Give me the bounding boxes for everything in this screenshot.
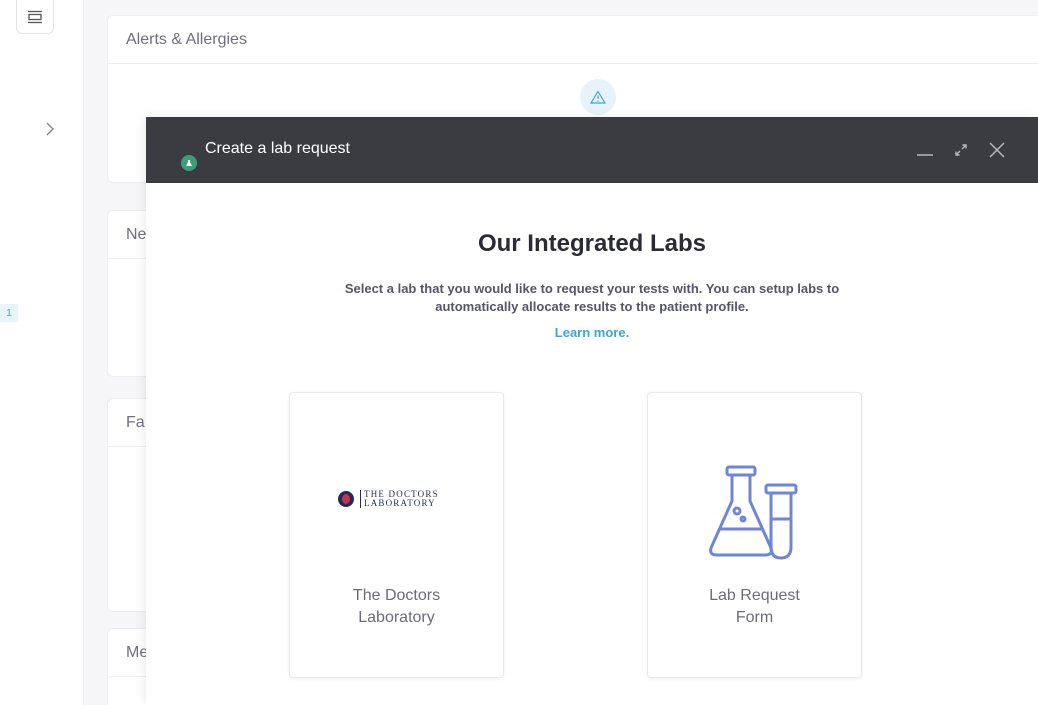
lab-card-doctors-laboratory[interactable]: THE DOCTORS LABORATORY The Doctors Labor… xyxy=(289,392,504,678)
close-icon xyxy=(989,142,1005,158)
minimize-button[interactable] xyxy=(912,137,938,163)
card-title: Alerts & Allergies xyxy=(108,16,1038,64)
lab-app-icon xyxy=(181,155,197,171)
list-layout-icon xyxy=(28,10,42,23)
lab-card-name: The Doctors Laboratory xyxy=(290,585,503,629)
doctors-laboratory-logo: THE DOCTORS LABORATORY xyxy=(338,490,439,508)
layout-toggle-button[interactable] xyxy=(16,0,54,34)
lab-card-name: Lab Request Form xyxy=(648,585,861,629)
left-rail: 1 xyxy=(0,0,84,705)
lab-flask-icon xyxy=(709,465,798,560)
logo-line-2: LABORATORY xyxy=(364,498,436,508)
lab-name-text: Lab Request Form xyxy=(709,587,800,626)
modal-heading: Our Integrated Labs xyxy=(477,230,707,257)
chevron-right-icon xyxy=(46,122,54,136)
create-lab-request-modal: Create a lab request Our Integrated Labs… xyxy=(146,117,1038,705)
count-badge: 1 xyxy=(0,304,18,322)
learn-more-link[interactable]: Learn more. xyxy=(146,325,1038,340)
close-button[interactable] xyxy=(984,137,1010,163)
logo-wordmark: THE DOCTORS LABORATORY xyxy=(360,490,439,508)
expand-chevron-button[interactable] xyxy=(40,116,60,142)
lab-card-lab-request-form[interactable]: Lab Request Form xyxy=(647,392,862,678)
lab-name-text: The Doctors Laboratory xyxy=(352,587,441,626)
warning-icon xyxy=(580,79,616,115)
modal-header: Create a lab request xyxy=(146,117,1038,183)
modal-description: Select a lab that you would like to requ… xyxy=(344,281,840,314)
minimize-icon xyxy=(917,154,933,156)
expand-icon xyxy=(955,144,967,156)
doctors-laboratory-mark xyxy=(338,491,354,507)
modal-title: Create a lab request xyxy=(205,140,350,157)
expand-button[interactable] xyxy=(948,137,974,163)
